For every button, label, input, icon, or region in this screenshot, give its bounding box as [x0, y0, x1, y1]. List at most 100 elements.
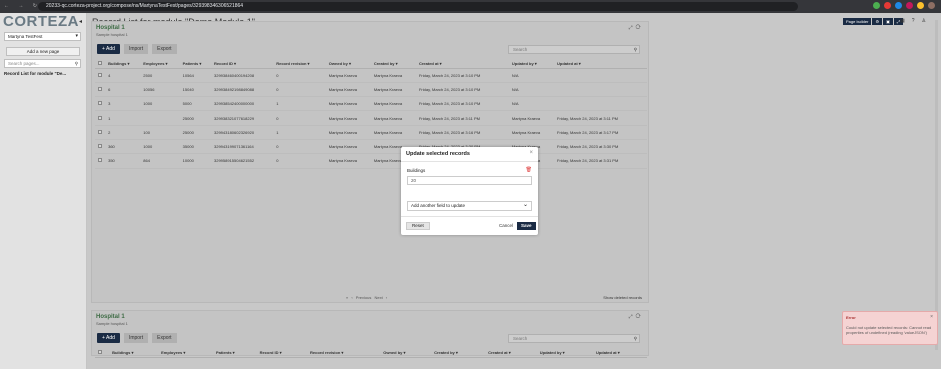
page-search-input[interactable]: Search pages... ⚲: [4, 59, 81, 68]
column-header-label: Created at: [418, 60, 439, 66]
column-header[interactable]: Record ID ▾: [256, 348, 308, 358]
settings-icon[interactable]: ⚙: [872, 18, 883, 25]
sidebar-item-record-list[interactable]: Record List for module "De...: [4, 71, 66, 76]
row-checkbox[interactable]: [95, 82, 106, 98]
reset-button[interactable]: Reset: [406, 222, 430, 230]
column-header[interactable]: Owned by ▾: [380, 348, 432, 358]
row-checkbox[interactable]: [95, 125, 106, 140]
browser-nav-icons[interactable]: ← → ↻: [4, 3, 41, 9]
export-button[interactable]: Export: [152, 44, 177, 54]
extension-icon[interactable]: [906, 2, 913, 9]
column-header[interactable]: Updated by ▾: [508, 59, 555, 69]
table-cell: N/A: [508, 82, 555, 98]
table-cell: 0: [273, 68, 326, 83]
record-search-input[interactable]: Search ⚲: [508, 45, 640, 54]
export-button[interactable]: Export: [152, 333, 177, 343]
trash-icon[interactable]: 🗑: [526, 167, 532, 173]
column-header[interactable]: Updated at ▾: [554, 59, 647, 69]
close-icon[interactable]: ×: [529, 150, 533, 156]
extension-icon[interactable]: [895, 2, 902, 9]
column-header-label: Employees: [143, 60, 165, 66]
column-header[interactable]: Record revision ▾: [273, 59, 326, 69]
column-header[interactable]: Updated at ▾: [592, 348, 647, 358]
extension-icon[interactable]: [917, 2, 924, 9]
column-header-label: Record ID: [259, 349, 279, 355]
table-cell: 4: [105, 68, 141, 83]
records-table-header: Buildings ▾ Employees ▾ Patients ▾ Recor…: [95, 348, 647, 358]
column-header[interactable]: Created at ▾: [415, 59, 509, 69]
column-header[interactable]: Buildings ▾: [105, 59, 141, 69]
table-row[interactable]: 360 1000 35000 329943199071361164 0 Martyna K…: [95, 139, 647, 155]
save-button[interactable]: Save: [517, 222, 536, 230]
user-icon[interactable]: ♙: [922, 18, 926, 24]
table-cell: 329958915504621552: [211, 153, 274, 169]
table-cell: Martyna Kraeva: [370, 82, 416, 98]
search-icon: ⚲: [633, 336, 637, 341]
cancel-button[interactable]: Cancel: [499, 223, 513, 228]
column-header-label: Created by: [434, 349, 455, 355]
pagination[interactable]: « ‹ Previous Next ›: [346, 295, 387, 300]
table-cell: Martyna Kraeva: [325, 110, 371, 126]
table-cell: Friday, March 24, 2023 at 3:17 PM: [554, 125, 647, 140]
refresh-icon[interactable]: ⟳: [636, 25, 644, 31]
row-checkbox[interactable]: [95, 153, 106, 169]
page-builder-button[interactable]: Page builder: [843, 18, 872, 25]
table-row[interactable]: 4 2500 10564 329938460400194208 0 Martyna Kra…: [95, 68, 647, 83]
table-cell: 0: [273, 139, 326, 155]
add-button[interactable]: + Add: [97, 44, 120, 54]
row-checkbox[interactable]: [95, 139, 106, 155]
column-header[interactable]: Patients ▾: [179, 59, 211, 69]
add-button[interactable]: + Add: [97, 333, 120, 343]
extension-icon[interactable]: [873, 2, 880, 9]
table-row[interactable]: 6 10056 15040 329938492198849088 0 Martyna Kr…: [95, 82, 647, 98]
namespace-select[interactable]: Martyna TestFest ▾: [4, 32, 81, 41]
column-header[interactable]: Created at ▾: [485, 348, 537, 358]
record-search-input[interactable]: Search ⚲: [508, 334, 640, 343]
select-all-checkbox[interactable]: [95, 59, 106, 69]
help-icon[interactable]: ?: [912, 18, 915, 24]
table-row[interactable]: 3 1000 5000 329938542400000000 1 Martyna Krae…: [95, 96, 647, 112]
table-cell: 35000: [179, 139, 211, 155]
sidebar-toggle-icon[interactable]: ◂: [79, 18, 82, 25]
block-actions: ⤢⟳: [629, 314, 644, 320]
select-all-checkbox[interactable]: [95, 348, 110, 358]
column-header[interactable]: Buildings ▾: [109, 348, 159, 358]
search-icon: ⚲: [633, 47, 637, 52]
table-cell: 1000: [140, 96, 180, 112]
close-icon[interactable]: ×: [930, 314, 933, 320]
checkbox-icon: [98, 72, 102, 77]
column-header[interactable]: Record ID ▾: [211, 59, 274, 69]
address-bar[interactable]: 20233-qc.corteza-project.org/compose/ns/…: [38, 2, 798, 11]
column-header[interactable]: Updated by ▾: [536, 348, 593, 358]
import-button[interactable]: Import: [123, 44, 149, 54]
avatar[interactable]: [928, 2, 935, 9]
column-header[interactable]: Created by ▾: [370, 59, 416, 69]
column-header[interactable]: Employees ▾: [158, 348, 213, 358]
column-header[interactable]: Employees ▾: [140, 59, 180, 69]
page-builder-button[interactable]: Add a new page: [6, 47, 80, 56]
layout-icon[interactable]: ▣: [883, 18, 893, 25]
row-checkbox[interactable]: [95, 110, 106, 126]
grid-icon[interactable]: ▦: [900, 18, 905, 24]
scrollbar[interactable]: [935, 20, 938, 350]
table-cell: [554, 96, 647, 112]
row-checkbox[interactable]: [95, 96, 106, 112]
buildings-input[interactable]: 20: [407, 176, 532, 185]
column-header[interactable]: Owned by ▾: [325, 59, 371, 69]
table-row[interactable]: 1 25000 329938321077618229 0 Martyna Kraeva M…: [95, 110, 647, 126]
extension-icon[interactable]: [884, 2, 891, 9]
table-row[interactable]: 2 100 25000 329943180602326920 1 Martyna Krae…: [95, 125, 647, 140]
row-checkbox[interactable]: [95, 68, 106, 83]
column-header[interactable]: Record revision ▾: [307, 348, 381, 358]
column-header[interactable]: Created by ▾: [431, 348, 486, 358]
refresh-icon[interactable]: ⟳: [636, 314, 644, 320]
column-header[interactable]: Patients ▾: [213, 348, 257, 358]
expand-icon[interactable]: ⤢: [629, 25, 636, 31]
import-button[interactable]: Import: [123, 333, 149, 343]
add-field-select[interactable]: Add another field to update ⌄: [407, 201, 532, 211]
table-row[interactable]: 350 864 10000 329958915504621552 0 Martyna Kr…: [95, 153, 647, 169]
expand-icon[interactable]: ⤢: [629, 314, 636, 320]
update-records-modal: Update selected records × Buildings 🗑 20…: [401, 147, 538, 235]
table-cell: 10000: [179, 153, 211, 169]
show-deleted-link[interactable]: Show deleted records: [603, 295, 642, 300]
